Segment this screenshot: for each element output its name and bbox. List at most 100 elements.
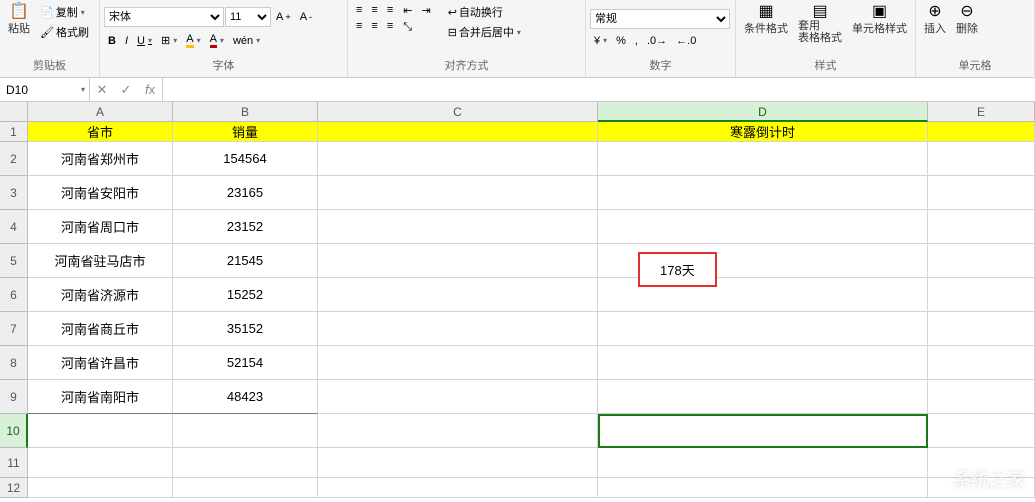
cell-A9[interactable]: 河南省南阳市 [28,380,173,414]
cancel-formula-button[interactable]: ✕ [90,82,114,98]
cell-B10[interactable] [173,414,318,448]
font-name-combo[interactable]: 宋体 [104,7,224,27]
row-header-8[interactable]: 8 [0,346,28,380]
cell-C3[interactable] [318,176,598,210]
cell-styles-button[interactable]: ▣单元格样式 [848,2,911,38]
grow-font-button[interactable]: A+ [272,7,295,27]
row-header-2[interactable]: 2 [0,142,28,176]
cell-E8[interactable] [928,346,1035,380]
formula-input[interactable] [163,78,1035,101]
cell-B11[interactable] [173,448,318,478]
delete-button[interactable]: ⊖删除 [952,2,982,38]
cell-E1[interactable] [928,122,1035,142]
font-size-combo[interactable]: 11 [225,7,271,27]
number-format-combo[interactable]: 常规 [590,9,730,29]
cell-B3[interactable]: 23165 [173,176,318,210]
cell-D9[interactable] [598,380,928,414]
cell-E7[interactable] [928,312,1035,346]
cell-D3[interactable] [598,176,928,210]
row-header-5[interactable]: 5 [0,244,28,278]
cell-A1[interactable]: 省市 [28,122,173,142]
phonetic-button[interactable]: wén▾ [229,31,264,50]
cell-D10[interactable] [598,414,928,448]
row-header-3[interactable]: 3 [0,176,28,210]
cell-B4[interactable]: 23152 [173,210,318,244]
cell-D8[interactable] [598,346,928,380]
row-header-1[interactable]: 1 [0,122,28,142]
cell-B7[interactable]: 35152 [173,312,318,346]
cell-A10[interactable] [28,414,173,448]
cell-C4[interactable] [318,210,598,244]
paste-button[interactable]: 📋 粘贴 [4,2,34,38]
name-box[interactable]: ▾ [0,78,90,101]
currency-button[interactable]: ¥▾ [590,33,611,49]
row-header-6[interactable]: 6 [0,278,28,312]
cell-A4[interactable]: 河南省周口市 [28,210,173,244]
select-all-corner[interactable] [0,102,28,122]
cell-B2[interactable]: 154564 [173,142,318,176]
col-header-B[interactable]: B [173,102,318,122]
cell-E10[interactable] [928,414,1035,448]
cell-E6[interactable] [928,278,1035,312]
namebox-dropdown-icon[interactable]: ▾ [81,85,89,94]
col-header-D[interactable]: D [598,102,928,122]
align-middle-button[interactable]: ≡ [367,2,381,18]
cell-A6[interactable]: 河南省济源市 [28,278,173,312]
cell-D1[interactable]: 寒露倒计时 [598,122,928,142]
col-header-E[interactable]: E [928,102,1035,122]
align-bottom-button[interactable]: ≡ [383,2,397,18]
cell-B6[interactable]: 15252 [173,278,318,312]
accept-formula-button[interactable]: ✓ [114,82,138,98]
increase-indent-button[interactable]: ⇥ [417,2,434,19]
underline-button[interactable]: U▾ [133,31,156,50]
cell-A12[interactable] [28,478,173,498]
cell-C9[interactable] [318,380,598,414]
cell-A3[interactable]: 河南省安阳市 [28,176,173,210]
cell-D2[interactable] [598,142,928,176]
fx-button[interactable]: fx [138,82,162,97]
border-button[interactable]: ⊞▾ [157,31,181,50]
cell-C6[interactable] [318,278,598,312]
col-header-C[interactable]: C [318,102,598,122]
cell-A7[interactable]: 河南省商丘市 [28,312,173,346]
align-top-button[interactable]: ≡ [352,2,366,18]
align-center-button[interactable]: ≡ [367,18,381,34]
format-painter-button[interactable]: 🖌格式刷 [36,22,93,42]
cell-D11[interactable] [598,448,928,478]
cell-D12[interactable] [598,478,928,498]
conditional-format-button[interactable]: ▦条件格式 [740,2,792,38]
font-color-button[interactable]: A▾ [206,31,228,50]
cell-E9[interactable] [928,380,1035,414]
percent-button[interactable]: % [612,33,630,49]
cell-D4[interactable] [598,210,928,244]
decrease-decimal-button[interactable]: ←.0 [672,33,700,49]
col-header-A[interactable]: A [28,102,173,122]
cell-A8[interactable]: 河南省许昌市 [28,346,173,380]
cell-C12[interactable] [318,478,598,498]
bold-button[interactable]: B [104,31,120,50]
cell-A11[interactable] [28,448,173,478]
cell-C1[interactable] [318,122,598,142]
cell-C10[interactable] [318,414,598,448]
cell-E5[interactable] [928,244,1035,278]
cell-A5[interactable]: 河南省驻马店市 [28,244,173,278]
cell-E4[interactable] [928,210,1035,244]
orientation-button[interactable]: ⤡ [399,19,416,36]
align-left-button[interactable]: ≡ [352,18,366,34]
row-header-7[interactable]: 7 [0,312,28,346]
cell-C5[interactable] [318,244,598,278]
cell-B9[interactable]: 48423 [173,380,318,414]
copy-button[interactable]: 📄复制▾ [36,2,93,22]
align-right-button[interactable]: ≡ [383,18,397,34]
cell-A2[interactable]: 河南省郑州市 [28,142,173,176]
format-as-table-button[interactable]: ▤套用 表格格式 [794,2,846,46]
cell-C11[interactable] [318,448,598,478]
cell-B5[interactable]: 21545 [173,244,318,278]
cell-D7[interactable] [598,312,928,346]
wrap-text-button[interactable]: ↩自动换行 [444,2,525,22]
shrink-font-button[interactable]: A- [296,7,316,27]
merge-center-button[interactable]: ⊟合并后居中▾ [444,22,525,42]
cell-B8[interactable]: 52154 [173,346,318,380]
cell-C7[interactable] [318,312,598,346]
insert-button[interactable]: ⊕插入 [920,2,950,38]
